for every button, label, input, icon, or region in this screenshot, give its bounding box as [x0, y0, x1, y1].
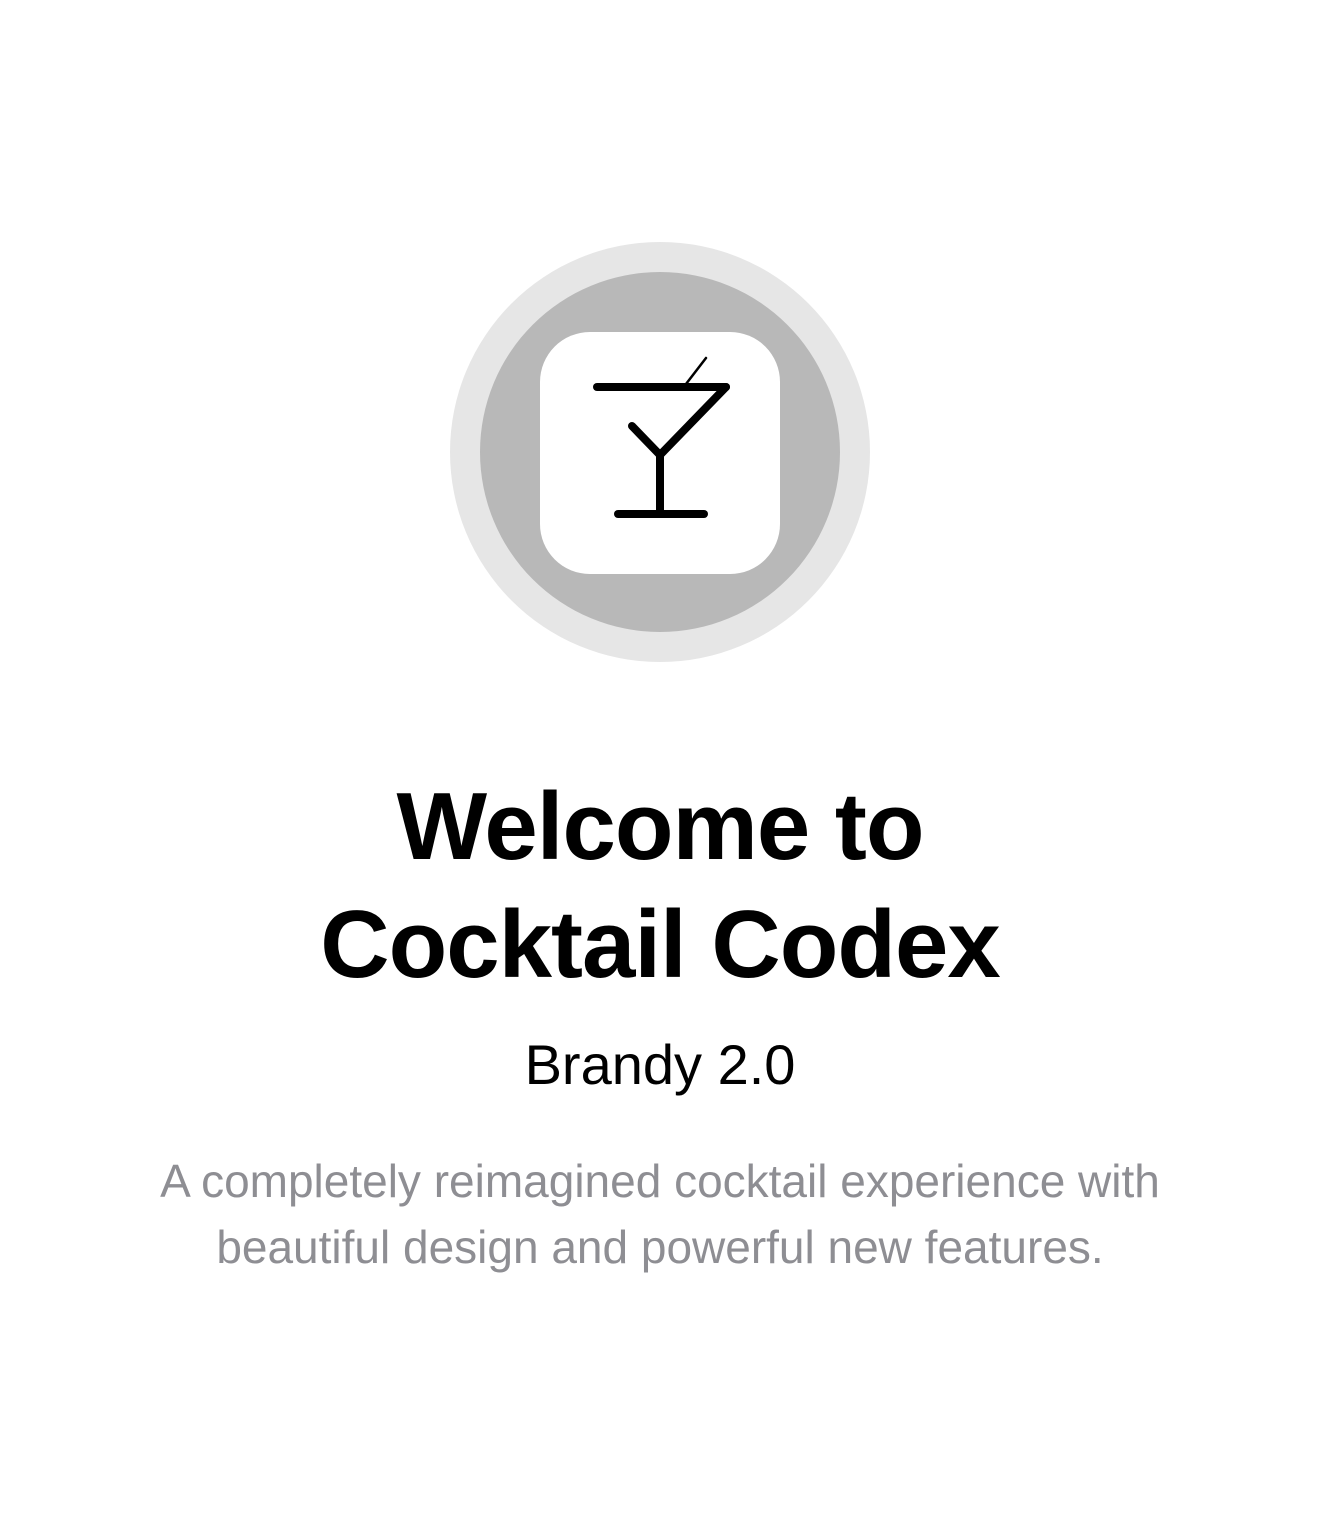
welcome-title-line-2: Cocktail Codex	[320, 891, 1001, 998]
app-icon-tile	[540, 332, 780, 574]
welcome-description-line-1: A completely reimagined cocktail experie…	[160, 1155, 1160, 1207]
version-label: Brandy 2.0	[524, 1033, 796, 1096]
welcome-screen: Welcome to Cocktail Codex Brandy 2.0 A c…	[0, 0, 1320, 1536]
cocktail-glass-icon	[593, 356, 730, 518]
welcome-title: Welcome to Cocktail Codex	[0, 768, 1320, 1004]
welcome-description: A completely reimagined cocktail experie…	[60, 1148, 1260, 1280]
welcome-description-line-2: beautiful design and powerful new featur…	[216, 1221, 1104, 1273]
welcome-title-line-1: Welcome to	[396, 773, 925, 880]
